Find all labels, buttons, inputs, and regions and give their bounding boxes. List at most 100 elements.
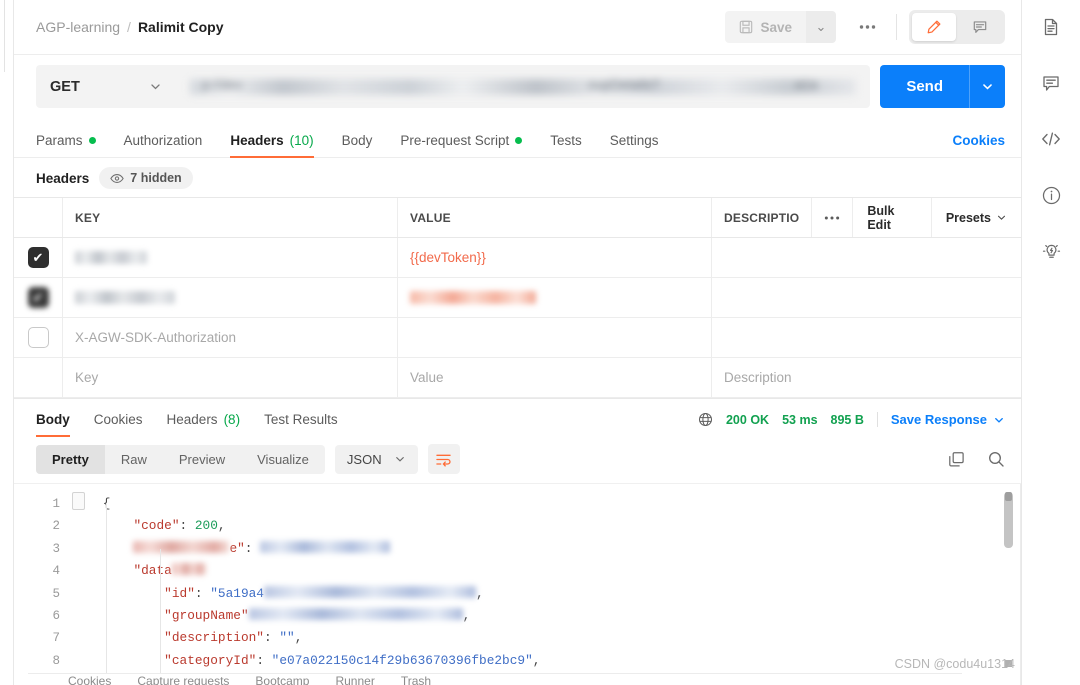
row-checkbox-checked[interactable]: ✔	[27, 247, 49, 268]
tab-authorization[interactable]: Authorization	[124, 133, 203, 157]
row-description-cell[interactable]	[712, 238, 1021, 277]
code-line: "description": "",	[72, 627, 1021, 649]
headers-table-more-button[interactable]	[811, 198, 852, 237]
params-modified-dot	[88, 137, 96, 144]
info-icon[interactable]	[1034, 178, 1068, 212]
save-options-caret[interactable]: ⌄	[806, 11, 836, 43]
lightbulb-icon[interactable]	[1034, 234, 1068, 268]
row-description-cell[interactable]	[712, 318, 1021, 357]
row-checkbox-cell[interactable]: ✔	[14, 238, 63, 277]
breadcrumb-request-name[interactable]: Ralimit Copy	[138, 19, 224, 35]
row-value-cell[interactable]: {{devToken}}	[398, 238, 712, 277]
table-row[interactable]: ✔ {{devToken}}	[14, 238, 1021, 278]
edit-mode-button[interactable]	[912, 13, 956, 41]
request-more-options-button[interactable]	[850, 11, 884, 43]
row-value-cell[interactable]	[398, 318, 712, 357]
code-token: ,	[462, 608, 471, 624]
table-row-new[interactable]: Key Value Description	[14, 358, 1021, 398]
tab-headers[interactable]: Headers (10)	[230, 133, 314, 158]
code-token: :	[256, 652, 272, 668]
response-tab-headers[interactable]: Headers (8)	[167, 412, 241, 436]
row-key-cell[interactable]	[63, 278, 398, 317]
response-tab-headers-count: (8)	[223, 412, 241, 427]
code-line: "data	[72, 560, 1021, 582]
request-url-input[interactable]: p://dev oupDetails? a1a	[176, 65, 871, 108]
bottom-item-runner[interactable]: Runner	[335, 674, 374, 685]
code-token: "categoryId"	[164, 652, 257, 668]
bulk-edit-button[interactable]: Bulk Edit	[852, 198, 930, 237]
search-icon[interactable]	[987, 450, 1005, 468]
breadcrumb-collection[interactable]: AGP-learning	[36, 19, 120, 35]
row-checkbox-cell[interactable]	[14, 318, 63, 357]
bottom-status-bar: Cookies Capture requests Bootcamp Runner…	[28, 673, 962, 685]
response-tab-test-results[interactable]: Test Results	[264, 412, 338, 436]
row-key-cell[interactable]: X-AGW-SDK-Authorization	[63, 318, 398, 357]
tab-tests[interactable]: Tests	[550, 133, 582, 157]
code-token: ""	[279, 630, 295, 646]
tab-settings[interactable]: Settings	[610, 133, 659, 157]
new-row-value-cell[interactable]: Value	[398, 358, 712, 397]
tab-body-label: Body	[341, 133, 373, 148]
code-token: ,	[217, 518, 226, 534]
row-checkbox-unchecked[interactable]	[27, 327, 49, 348]
hidden-headers-toggle[interactable]: 7 hidden	[99, 167, 193, 189]
send-options-caret[interactable]	[969, 65, 1005, 108]
view-mode-visualize[interactable]: Visualize	[241, 445, 325, 474]
view-mode-raw[interactable]: Raw	[105, 445, 163, 474]
bottom-item-trash[interactable]: Trash	[401, 674, 431, 685]
header-select-all-cell	[14, 198, 63, 237]
code-line: {	[72, 493, 1021, 515]
code-scrollbar[interactable]	[1004, 490, 1013, 681]
status-code: 200 OK	[725, 412, 770, 427]
code-content[interactable]: { "code": 200, e": "data "id": "5a19a4, …	[72, 484, 1021, 685]
bottom-item-capture-requests[interactable]: Capture requests	[137, 674, 229, 685]
view-mode-pretty[interactable]: Pretty	[36, 444, 105, 474]
response-view-bar: Pretty Raw Preview Visualize JSON	[14, 436, 1021, 483]
tab-body[interactable]: Body	[342, 133, 373, 157]
presets-button[interactable]: Presets	[930, 198, 1021, 237]
row-value-cell[interactable]	[398, 278, 712, 317]
table-row[interactable]: X-AGW-SDK-Authorization	[14, 318, 1021, 358]
response-tab-body[interactable]: Body	[36, 412, 70, 437]
eye-icon	[110, 173, 125, 184]
response-body-code[interactable]: 1 2 3 4 5 6 7 8 { "code": 200, e": "data…	[14, 483, 1021, 685]
row-checkbox-cell[interactable]: ✔	[14, 278, 63, 317]
row-description-cell[interactable]	[712, 278, 1021, 317]
tab-pre-request-script[interactable]: Pre-request Script	[400, 133, 523, 157]
bottom-item-cookies[interactable]: Cookies	[68, 674, 111, 685]
bottom-item-bootcamp[interactable]: Bootcamp	[255, 674, 309, 685]
code-token: "groupName"	[164, 608, 249, 624]
new-row-description-cell[interactable]: Description	[712, 358, 1021, 397]
http-method-selector[interactable]: GET	[36, 65, 176, 108]
comment-icon	[972, 19, 988, 35]
response-tab-test-results-label: Test Results	[264, 412, 338, 427]
send-button[interactable]: Send	[880, 65, 969, 108]
chevron-down-icon	[996, 212, 1007, 223]
pre-request-modified-dot	[515, 137, 523, 144]
save-response-button[interactable]: Save Response	[891, 412, 1005, 427]
response-body-actions	[948, 450, 1005, 468]
table-row[interactable]: ✔	[14, 278, 1021, 318]
cookies-link[interactable]: Cookies	[952, 133, 1005, 157]
row-checkbox-checked-redacted[interactable]: ✔	[27, 287, 49, 308]
view-mode-preview[interactable]: Preview	[163, 445, 241, 474]
code-token: "id"	[164, 585, 195, 601]
wrap-text-button[interactable]	[427, 444, 460, 474]
response-tab-cookies[interactable]: Cookies	[94, 412, 143, 436]
headers-section-title: Headers	[36, 170, 90, 186]
comments-icon[interactable]	[1034, 66, 1068, 100]
code-token: "data	[133, 563, 172, 579]
line-number: 4	[52, 564, 60, 579]
row-key-cell[interactable]	[63, 238, 398, 277]
code-snippet-icon[interactable]	[1034, 122, 1068, 156]
code-fold-toggle[interactable]	[72, 492, 85, 510]
code-line: "groupName",	[72, 605, 1021, 627]
new-row-key-cell[interactable]: Key	[63, 358, 398, 397]
response-format-selector[interactable]: JSON	[334, 444, 418, 474]
save-button[interactable]: Save	[725, 11, 806, 43]
copy-icon[interactable]	[948, 451, 965, 468]
tab-params[interactable]: Params	[36, 133, 96, 157]
headers-section-bar: Headers 7 hidden	[14, 158, 1021, 197]
comment-mode-button[interactable]	[958, 13, 1002, 41]
documentation-icon[interactable]	[1034, 10, 1068, 44]
